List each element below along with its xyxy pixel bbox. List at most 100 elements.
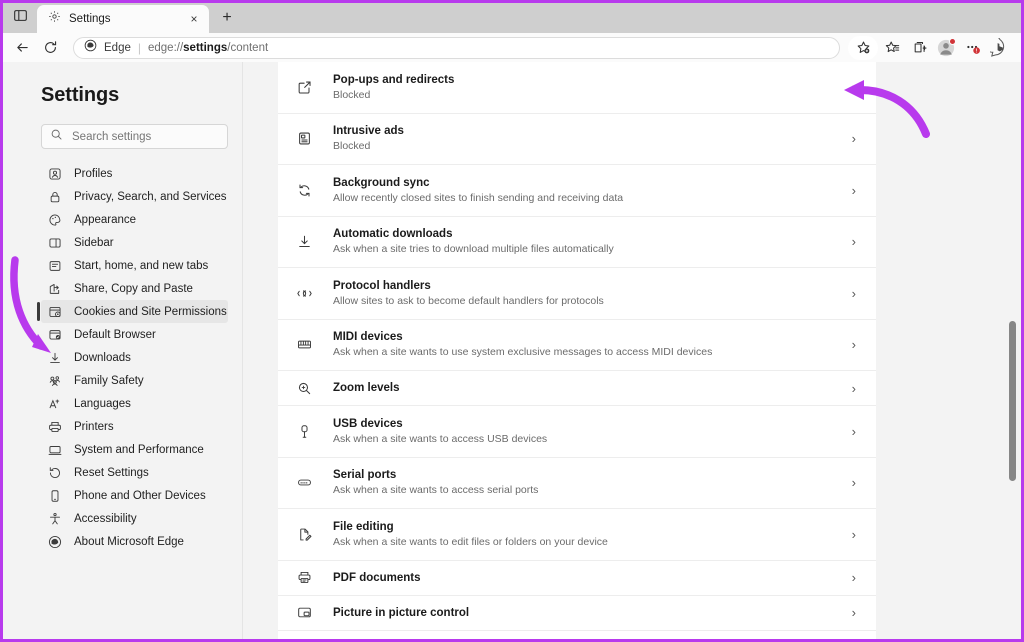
permission-title: Serial ports [333,469,397,482]
phone-icon [47,488,62,503]
sidebar-item-default-browser[interactable]: Default Browser [41,323,228,346]
chevron-right-icon[interactable]: › [844,570,856,585]
download-icon [47,350,62,365]
search-settings-box[interactable]: Search settings [41,124,228,149]
permission-title: USB devices [333,417,403,430]
page-title: Settings [41,84,120,106]
chevron-right-icon[interactable]: › [844,80,856,95]
sidebar-icon [47,235,62,250]
chevron-right-icon[interactable]: › [844,183,856,198]
sidebar-item-downloads[interactable]: Downloads [41,346,228,369]
sidebar-item-label: About Microsoft Edge [74,535,184,548]
permission-title: Intrusive ads [333,125,404,138]
sidebar-item-system-performance[interactable]: System and Performance [41,438,228,461]
share-icon [47,281,62,296]
refresh-icon[interactable] [37,36,63,60]
sidebar-nav-list: Profiles Privacy, Search, and Services A… [3,162,228,553]
reset-icon [47,465,62,480]
serial-port-icon [296,475,313,490]
permission-title: File editing [333,520,394,533]
sidebar-item-label: Cookies and Site Permissions [74,305,227,318]
permission-row-intrusive-ads[interactable]: Intrusive ads Blocked › [278,114,876,165]
sidebar-item-accessibility[interactable]: Accessibility [41,507,228,530]
permission-row-midi-devices[interactable]: MIDI devices Ask when a site wants to us… [278,320,876,371]
permission-row-automatic-downloads[interactable]: Automatic downloads Ask when a site trie… [278,217,876,268]
sidebar-item-label: Sidebar [74,236,114,249]
sidebar-item-label: Reset Settings [74,466,149,479]
scrollbar-thumb[interactable] [1009,321,1016,481]
sidebar-item-privacy[interactable]: Privacy, Search, and Services [41,185,228,208]
profile-notification-badge [949,37,956,45]
tab-actions-button[interactable] [3,3,37,33]
permission-row-zoom-levels[interactable]: Zoom levels › [278,371,876,406]
omnibox-separator: | [137,40,141,55]
sidebar-item-family-safety[interactable]: Family Safety [41,369,228,392]
permission-row-popups[interactable]: Pop-ups and redirects Blocked › [278,62,876,114]
search-input[interactable]: Search settings [72,131,151,143]
permission-subtitle: Ask when a site wants to use system excl… [333,346,713,359]
sidebar-item-sidebar[interactable]: Sidebar [41,231,228,254]
chevron-right-icon[interactable]: › [844,337,856,352]
omnibox-brand-label: Edge [104,41,131,54]
settings-sidebar: Settings Search settings Profiles Privac… [3,62,243,639]
sidebar-item-start-home[interactable]: Start, home, and new tabs [41,254,228,277]
sidebar-item-cookies-and-site-permissions[interactable]: Cookies and Site Permissions [37,300,228,323]
permission-row-file-editing[interactable]: File editing Ask when a site wants to ed… [278,509,876,561]
sidebar-item-appearance[interactable]: Appearance [41,208,228,231]
browser-tab-settings[interactable]: Settings × [37,5,209,33]
sidebar-item-phone-other-devices[interactable]: Phone and Other Devices [41,484,228,507]
permission-row-protocol-handlers[interactable]: Protocol handlers Allow sites to ask to … [278,268,876,320]
download-icon [296,234,313,249]
picture-in-picture-icon [296,605,313,620]
language-icon [47,396,62,411]
permissions-card: Pop-ups and redirects Blocked › Intrusiv… [278,62,876,639]
collections-icon[interactable] [906,36,932,60]
accessibility-icon [47,511,62,526]
chevron-right-icon[interactable]: › [844,381,856,396]
permission-subtitle: Ask when a site wants to access USB devi… [333,432,548,445]
chevron-right-icon[interactable]: › [844,234,856,249]
printer-icon [47,419,62,434]
sidebar-item-about-microsoft-edge[interactable]: About Microsoft Edge [41,530,228,553]
sidebar-item-languages[interactable]: Languages [41,392,228,415]
back-button[interactable] [9,36,35,60]
lock-icon [47,189,62,204]
family-icon [47,373,62,388]
sidebar-item-printers[interactable]: Printers [41,415,228,438]
home-page-icon [47,258,62,273]
chevron-right-icon[interactable]: › [844,475,856,490]
cookie-permissions-icon [47,304,62,319]
permission-title: Automatic downloads [333,228,453,241]
favorites-list-icon[interactable] [879,36,905,60]
content-scrollbar[interactable] [1005,62,1018,639]
chevron-right-icon[interactable]: › [844,527,856,542]
chevron-right-icon[interactable]: › [844,131,856,146]
permission-title: PDF documents [333,571,421,584]
sidebar-item-reset-settings[interactable]: Reset Settings [41,461,228,484]
sidebar-item-label: Family Safety [74,374,144,387]
tab-title: Settings [69,13,111,25]
permission-subtitle: Allow sites to ask to become default han… [333,294,604,307]
settings-more-icon[interactable]: ! [960,36,986,60]
profile-icon [47,166,62,181]
new-tab-button[interactable]: + [213,4,241,32]
address-bar[interactable]: Edge | edge://settings/content [73,36,840,59]
add-favorite-icon[interactable] [848,35,878,60]
sidebar-item-share-copy-paste[interactable]: Share, Copy and Paste [41,277,228,300]
permission-subtitle: Ask when a site wants to edit files or f… [333,535,608,548]
copilot-bing-icon[interactable] [987,36,1013,60]
permission-row-picture-in-picture[interactable]: Picture in picture control › [278,596,876,631]
chevron-right-icon[interactable]: › [844,286,856,301]
permission-row-background-sync[interactable]: Background sync Allow recently closed si… [278,165,876,217]
close-icon[interactable]: × [185,10,203,28]
chevron-right-icon[interactable]: › [844,424,856,439]
permission-row-serial-ports[interactable]: Serial ports Ask when a site wants to ac… [278,458,876,509]
sidebar-item-label: Start, home, and new tabs [74,259,209,272]
chevron-right-icon[interactable]: › [844,605,856,620]
sidebar-item-profiles[interactable]: Profiles [41,162,228,185]
popup-external-link-icon [296,80,313,95]
permission-row-pdf-documents[interactable]: PDF documents › [278,561,876,596]
permission-row-usb-devices[interactable]: USB devices Ask when a site wants to acc… [278,406,876,458]
profile-avatar-icon[interactable] [933,36,959,60]
permission-subtitle: Ask when a site tries to download multip… [333,243,614,256]
